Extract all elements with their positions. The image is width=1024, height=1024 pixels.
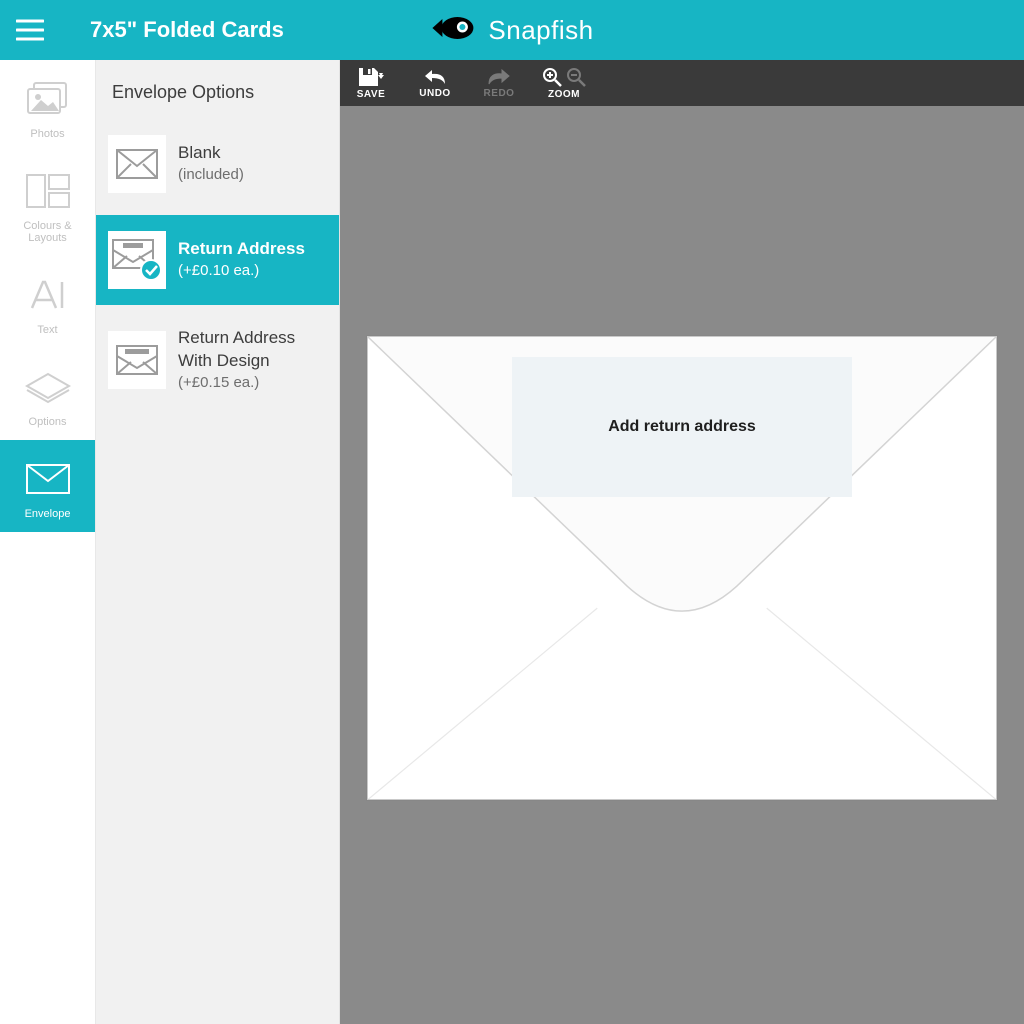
- photos-icon: [4, 74, 91, 124]
- toolbar-label: UNDO: [419, 88, 450, 99]
- option-return-address[interactable]: Return Address (+£0.10 ea.): [96, 215, 339, 305]
- envelope-icon: [4, 454, 91, 504]
- options-icon: [4, 362, 91, 412]
- option-sub: (+£0.15 ea.): [178, 373, 327, 393]
- option-sub: (included): [178, 165, 244, 185]
- rail-item-text[interactable]: Text: [0, 256, 95, 348]
- rail-label: Photos: [4, 128, 91, 140]
- redo-button[interactable]: REDO: [478, 68, 520, 99]
- brand-name: Snapfish: [488, 15, 593, 46]
- envelope-thumb-icon: [108, 135, 166, 193]
- rail-label: Text: [4, 324, 91, 336]
- undo-icon: [423, 68, 447, 86]
- return-address-placeholder: Add return address: [608, 418, 756, 436]
- rail-item-layouts[interactable]: Colours & Layouts: [0, 152, 95, 256]
- menu-button[interactable]: [0, 19, 60, 41]
- brand-logo[interactable]: Snapfish: [430, 15, 593, 46]
- toolbar-label: SAVE: [357, 89, 386, 100]
- toolbar-label: REDO: [484, 88, 515, 99]
- option-name: Return Address With Design: [178, 327, 327, 373]
- rail-label: Envelope: [4, 508, 91, 520]
- text-icon: [4, 270, 91, 320]
- layouts-icon: [4, 166, 91, 216]
- canvas-area: SAVE UNDO REDO: [340, 60, 1024, 1024]
- envelope-thumb-icon: [108, 331, 166, 389]
- envelope-thumb-selected-icon: [108, 231, 166, 289]
- option-blank[interactable]: Blank (included): [96, 119, 339, 209]
- rail-item-options[interactable]: Options: [0, 348, 95, 440]
- option-return-address-design[interactable]: Return Address With Design (+£0.15 ea.): [96, 311, 339, 409]
- save-icon: [358, 67, 384, 87]
- panel-title: Envelope Options: [96, 60, 339, 119]
- option-name: Return Address: [178, 238, 305, 261]
- options-panel: Envelope Options Blank (included): [96, 60, 340, 1024]
- rail-label: Options: [4, 416, 91, 428]
- toolbar-label: ZOOM: [548, 89, 580, 100]
- canvas-stage[interactable]: Add return address: [340, 106, 1024, 1024]
- left-rail: Photos Colours & Layouts Text: [0, 60, 96, 1024]
- redo-icon: [487, 68, 511, 86]
- hamburger-icon: [16, 19, 44, 41]
- rail-item-photos[interactable]: Photos: [0, 60, 95, 152]
- option-name: Blank: [178, 142, 244, 165]
- zoom-icon: [542, 67, 586, 87]
- save-button[interactable]: SAVE: [350, 67, 392, 100]
- add-return-address[interactable]: Add return address: [512, 357, 852, 497]
- fish-icon: [430, 15, 478, 46]
- option-sub: (+£0.10 ea.): [178, 261, 305, 281]
- app-header: 7x5" Folded Cards Snapfish: [0, 0, 1024, 60]
- rail-item-envelope[interactable]: Envelope: [0, 440, 95, 532]
- envelope-preview[interactable]: Add return address: [367, 336, 997, 800]
- editor-toolbar: SAVE UNDO REDO: [340, 60, 1024, 106]
- undo-button[interactable]: UNDO: [414, 68, 456, 99]
- product-title: 7x5" Folded Cards: [90, 17, 284, 43]
- zoom-button[interactable]: ZOOM: [542, 67, 586, 100]
- rail-label: Colours & Layouts: [4, 220, 91, 244]
